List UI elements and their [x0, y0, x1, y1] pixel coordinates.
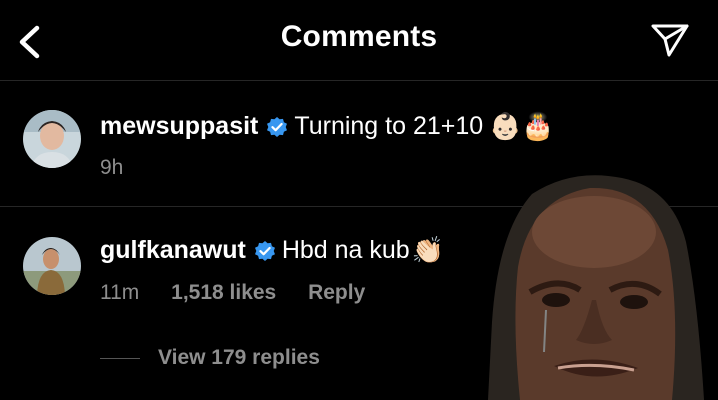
comment-line: gulfkanawut Hbd na kub 👏🏻	[100, 235, 444, 266]
view-replies-button[interactable]: View 179 replies	[100, 346, 320, 370]
verified-badge-icon	[254, 240, 275, 261]
reaction-face-sticker	[488, 175, 704, 400]
replies-divider	[100, 357, 140, 359]
comment-emojis: 👶🏻🎂	[489, 111, 554, 141]
view-replies-label: View 179 replies	[158, 346, 320, 369]
reply-button[interactable]: Reply	[308, 281, 365, 304]
comment-meta: 11m 1,518 likes Reply	[100, 281, 391, 305]
comments-header: Comments	[0, 0, 718, 81]
share-button[interactable]	[648, 20, 692, 60]
comment-emojis: 👏🏻	[411, 235, 445, 265]
page-title: Comments	[280, 20, 438, 53]
avatar[interactable]	[23, 237, 81, 295]
comment-line: mewsuppasit Turning to 21+10 👶🏻🎂	[100, 111, 554, 142]
avatar[interactable]	[23, 110, 81, 168]
comment-text: Turning to 21+10	[294, 112, 484, 140]
verified-badge-icon	[267, 116, 288, 137]
comment-text: Hbd na kub	[281, 236, 410, 264]
comment-meta: 9h	[100, 156, 149, 180]
username[interactable]: mewsuppasit	[100, 112, 258, 141]
timestamp: 11m	[100, 281, 140, 304]
likes-count[interactable]: 1,518 likes	[171, 281, 276, 304]
paper-plane-icon	[651, 24, 689, 57]
username[interactable]: gulfkanawut	[100, 236, 246, 265]
timestamp: 9h	[100, 156, 124, 179]
